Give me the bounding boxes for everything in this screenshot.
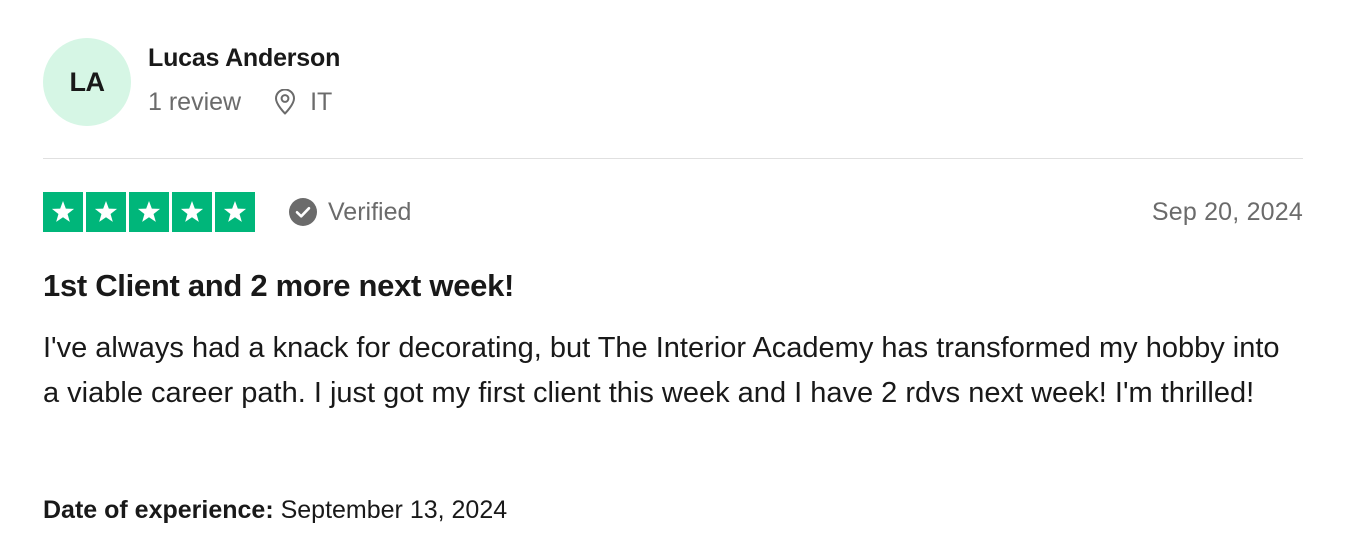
review-count: 1 review bbox=[148, 88, 242, 116]
date-of-experience: Date of experience: September 13, 2024 bbox=[43, 494, 507, 526]
consumer-info: Lucas Anderson 1 review IT bbox=[148, 38, 340, 117]
check-circle-icon bbox=[288, 197, 318, 227]
avatar[interactable]: LA bbox=[43, 38, 131, 126]
experience-label: Date of experience: bbox=[43, 496, 274, 524]
location-pin-icon bbox=[274, 89, 296, 115]
verified-badge[interactable]: Verified bbox=[288, 197, 411, 227]
review-date: Sep 20, 2024 bbox=[1151, 197, 1303, 226]
consumer-name[interactable]: Lucas Anderson bbox=[148, 43, 340, 73]
review-text: I've always had a knack for decorating, … bbox=[43, 332, 1280, 409]
star-icon bbox=[43, 192, 83, 232]
divider bbox=[43, 158, 1303, 159]
consumer-location: IT bbox=[310, 88, 333, 116]
star-icon bbox=[172, 192, 212, 232]
experience-value: September 13, 2024 bbox=[280, 496, 508, 524]
consumer-header: LA Lucas Anderson 1 review IT bbox=[43, 38, 340, 126]
star-icon bbox=[215, 192, 255, 232]
star-icon bbox=[129, 192, 169, 232]
rating-row: Verified Sep 20, 2024 bbox=[43, 192, 1303, 232]
consumer-meta: 1 review IT bbox=[148, 87, 340, 117]
review-title[interactable]: 1st Client and 2 more next week! bbox=[43, 266, 514, 306]
verified-label: Verified bbox=[328, 197, 412, 226]
review-card: LA Lucas Anderson 1 review IT Verified S… bbox=[43, 0, 1303, 558]
star-icon bbox=[86, 192, 126, 232]
star-rating bbox=[43, 192, 255, 232]
